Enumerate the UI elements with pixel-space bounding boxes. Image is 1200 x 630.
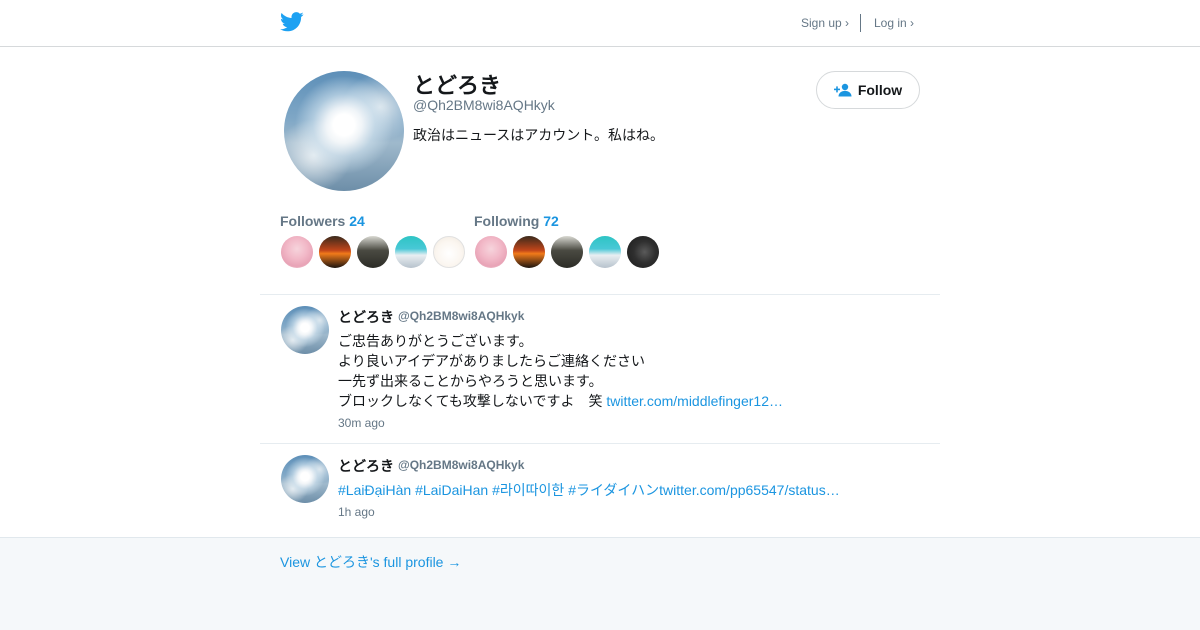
profile-handle: @Qh2BM8wi8AQHkyk	[413, 97, 555, 113]
tweet-author-name[interactable]: とどろき	[338, 456, 394, 476]
followers-stat[interactable]: Followers 24	[280, 213, 365, 229]
profile-name: とどろき	[413, 73, 502, 98]
hashtag-link[interactable]: #LaiDaiHan	[415, 482, 488, 498]
profile-avatar[interactable]	[284, 71, 404, 191]
hashtag-link[interactable]: #ライダイハン	[568, 482, 659, 498]
tweet-text: ブロックしなくても攻撃しないですよ 笑	[338, 393, 607, 409]
follower-avatar[interactable]	[395, 236, 427, 268]
tweet-text-line: より良いアイデアがありましたらご連絡ください	[338, 353, 646, 369]
following-avatar[interactable]	[475, 236, 507, 268]
sign-up-link[interactable]: Sign up ›	[801, 16, 849, 30]
tweet-timestamp[interactable]: 30m ago	[338, 416, 385, 430]
tweet-author-name[interactable]: とどろき	[338, 307, 394, 327]
tweet-divider	[260, 443, 940, 444]
tweet-avatar[interactable]	[281, 455, 329, 503]
following-avatar[interactable]	[513, 236, 545, 268]
tweet-author-handle[interactable]: @Qh2BM8wi8AQHkyk	[398, 309, 524, 323]
following-label: Following	[474, 213, 540, 229]
hashtag-link[interactable]: #라이따이한	[492, 482, 564, 498]
tweet-text-line: #LaiĐạiHàn #LaiDaiHan #라이따이한 #ライダイハンtwit…	[338, 480, 840, 500]
log-in-link[interactable]: Log in ›	[874, 16, 914, 30]
tweet-author-handle[interactable]: @Qh2BM8wi8AQHkyk	[398, 458, 524, 472]
header-divider	[860, 14, 861, 32]
tweet-avatar[interactable]	[281, 306, 329, 354]
twitter-bird-icon[interactable]	[280, 11, 304, 33]
follower-avatar[interactable]	[281, 236, 313, 268]
following-count: 72	[543, 213, 559, 229]
follower-avatar[interactable]	[357, 236, 389, 268]
hashtag-link[interactable]: #LaiĐạiHàn	[338, 482, 411, 498]
following-avatar[interactable]	[551, 236, 583, 268]
tweet-link[interactable]: twitter.com/pp65547/status…	[659, 482, 840, 498]
followers-count: 24	[349, 213, 365, 229]
follow-button-label: Follow	[857, 82, 903, 98]
timeline-divider	[260, 294, 940, 295]
tweet-link[interactable]: twitter.com/middlefinger12…	[606, 393, 783, 409]
following-avatar[interactable]	[589, 236, 621, 268]
follower-avatar[interactable]	[433, 236, 465, 268]
profile-bio: 政治はニュースはアカウント。私はね。	[413, 127, 665, 143]
follower-avatar[interactable]	[319, 236, 351, 268]
top-bar: Sign up › Log in ›	[0, 0, 1200, 47]
followers-label: Followers	[280, 213, 346, 229]
follow-button[interactable]: Follow	[816, 71, 920, 109]
footer: View とどろき's full profile →	[0, 537, 1200, 630]
tweet-text-line: ご忠告ありがとうございます。	[338, 333, 533, 349]
tweet-timestamp[interactable]: 1h ago	[338, 505, 375, 519]
following-stat[interactable]: Following 72	[474, 213, 559, 229]
following-avatar[interactable]	[627, 236, 659, 268]
tweet-text-line: ブロックしなくても攻撃しないですよ 笑 twitter.com/middlefi…	[338, 391, 783, 411]
add-user-icon	[833, 83, 852, 97]
full-profile-link[interactable]: View とどろき's full profile →	[280, 552, 461, 572]
tweet-text-line: 一先ず出来ることからやろうと思います。	[338, 373, 603, 389]
